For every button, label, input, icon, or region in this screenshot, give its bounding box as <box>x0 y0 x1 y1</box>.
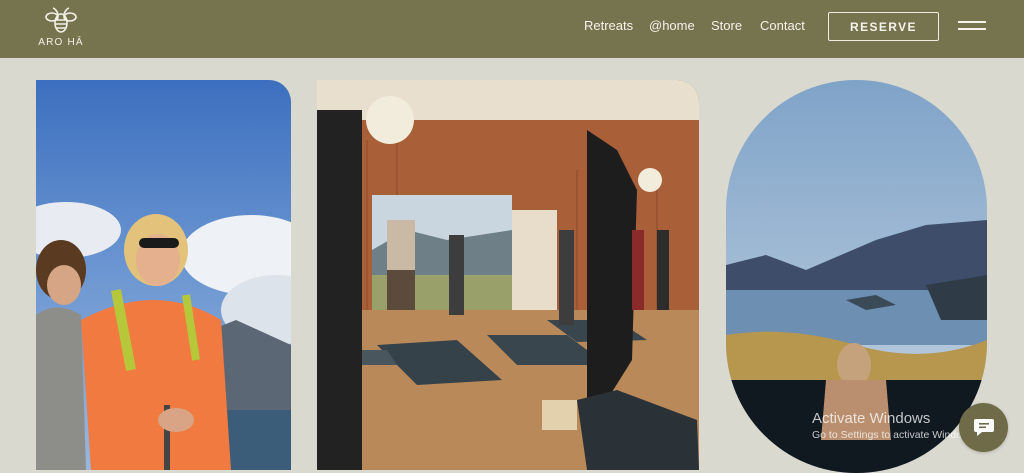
hikers-photo <box>36 80 291 470</box>
brand-name: ARO HĀ <box>38 37 84 48</box>
top-nav: ARO HĀ Retreats @home Store Contact RESE… <box>0 0 1024 58</box>
reserve-button[interactable]: RESERVE <box>828 12 939 41</box>
activate-windows-watermark: Activate Windows Go to Settings to activ… <box>812 410 978 441</box>
brand-logo[interactable]: ARO HĀ <box>36 6 86 50</box>
nav-home[interactable]: @home <box>649 18 695 33</box>
hamburger-menu-icon[interactable] <box>958 18 988 34</box>
nav-retreats[interactable]: Retreats <box>584 18 633 33</box>
nav-store[interactable]: Store <box>711 18 742 33</box>
chat-button[interactable] <box>959 403 1008 452</box>
nav-contact[interactable]: Contact <box>760 18 805 33</box>
bee-icon <box>45 7 77 33</box>
yoga-studio-photo <box>317 80 699 470</box>
watermark-title: Activate Windows <box>812 410 931 427</box>
watermark-subtitle: Go to Settings to activate Windows. <box>812 429 978 441</box>
chat-bubble-icon <box>973 418 994 436</box>
